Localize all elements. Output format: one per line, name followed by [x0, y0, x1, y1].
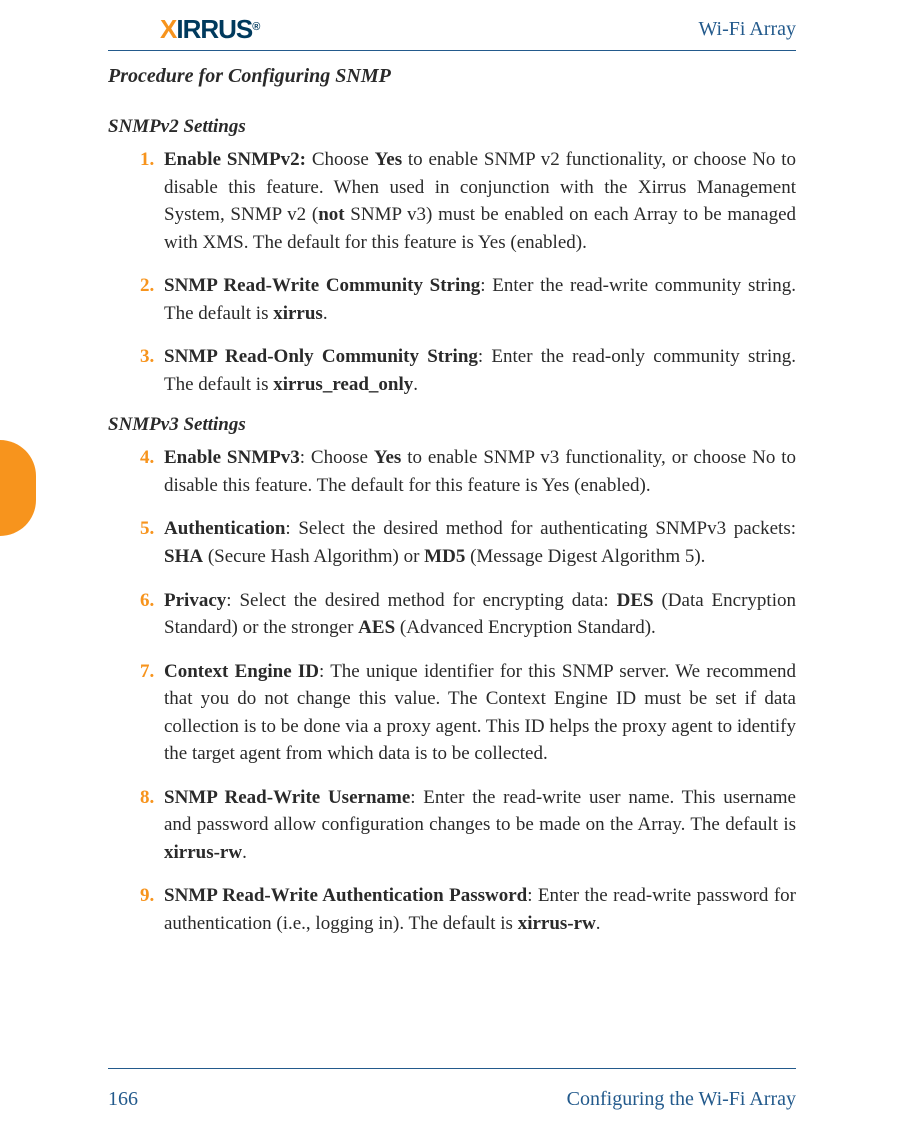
- logo-text: IRRUS: [176, 14, 252, 45]
- header-product-name: Wi-Fi Array: [698, 18, 796, 41]
- item-number: 3.: [108, 343, 164, 398]
- page-content: Procedure for Configuring SNMP SNMPv2 Se…: [0, 51, 901, 938]
- list-item: 9. SNMP Read-Write Authentication Passwo…: [108, 882, 796, 937]
- item-bold: not: [318, 204, 344, 225]
- item-body: Context Engine ID: The unique identifier…: [164, 658, 796, 768]
- item-body: SNMP Read-Write Username: Enter the read…: [164, 784, 796, 867]
- item-lead: SNMP Read-Only Community String: [164, 346, 478, 367]
- item-number: 4.: [108, 444, 164, 499]
- item-lead: SNMP Read-Write Username: [164, 787, 410, 808]
- list-item: 8. SNMP Read-Write Username: Enter the r…: [108, 784, 796, 867]
- item-bold: Yes: [375, 149, 402, 170]
- item-number: 1.: [108, 146, 164, 256]
- item-body: SNMP Read-Write Authentication Password:…: [164, 882, 796, 937]
- item-text: Choose: [306, 149, 375, 170]
- item-bold: SHA: [164, 546, 203, 567]
- list-item: 3. SNMP Read-Only Community String: Ente…: [108, 343, 796, 398]
- item-text: .: [413, 374, 418, 395]
- list-item: 6. Privacy: Select the desired method fo…: [108, 587, 796, 642]
- item-lead: Enable SNMPv3: [164, 447, 300, 468]
- footer-divider: [108, 1068, 796, 1069]
- item-number: 9.: [108, 882, 164, 937]
- item-number: 5.: [108, 515, 164, 570]
- snmpv2-heading: SNMPv2 Settings: [108, 116, 796, 138]
- page-number: 166: [108, 1088, 138, 1111]
- item-bold: AES: [358, 617, 395, 638]
- item-bold: xirrus_read_only: [273, 374, 413, 395]
- item-text: (Message Digest Algorithm 5).: [465, 546, 705, 567]
- item-text: .: [596, 913, 601, 934]
- procedure-title: Procedure for Configuring SNMP: [108, 65, 796, 88]
- item-number: 7.: [108, 658, 164, 768]
- item-bold: xirrus-rw: [518, 913, 596, 934]
- item-lead: Enable SNMPv2:: [164, 149, 306, 170]
- item-bold: Yes: [374, 447, 401, 468]
- brand-logo: XIRRUS®: [160, 14, 259, 45]
- item-lead: SNMP Read-Write Community String: [164, 275, 480, 296]
- page-footer: 166 Configuring the Wi-Fi Array: [108, 1088, 796, 1111]
- item-bold: DES: [617, 590, 654, 611]
- item-lead: Authentication: [164, 518, 285, 539]
- item-text: .: [242, 842, 247, 863]
- logo-mark: X: [160, 14, 176, 45]
- item-body: SNMP Read-Only Community String: Enter t…: [164, 343, 796, 398]
- item-number: 2.: [108, 272, 164, 327]
- item-body: Enable SNMPv2: Choose Yes to enable SNMP…: [164, 146, 796, 256]
- list-item: 1. Enable SNMPv2: Choose Yes to enable S…: [108, 146, 796, 256]
- item-text: : Choose: [300, 447, 374, 468]
- item-text: : Select the desired method for authenti…: [285, 518, 796, 539]
- item-number: 6.: [108, 587, 164, 642]
- item-bold: xirrus-rw: [164, 842, 242, 863]
- item-body: Authentication: Select the desired metho…: [164, 515, 796, 570]
- item-lead: Privacy: [164, 590, 226, 611]
- list-item: 5. Authentication: Select the desired me…: [108, 515, 796, 570]
- list-item: 4. Enable SNMPv3: Choose Yes to enable S…: [108, 444, 796, 499]
- logo-registered: ®: [252, 21, 259, 33]
- footer-section-title: Configuring the Wi-Fi Array: [567, 1088, 796, 1111]
- page-header: XIRRUS® Wi-Fi Array: [0, 14, 901, 44]
- item-body: Enable SNMPv3: Choose Yes to enable SNMP…: [164, 444, 796, 499]
- item-number: 8.: [108, 784, 164, 867]
- item-lead: Context Engine ID: [164, 661, 319, 682]
- item-text: (Advanced Encryption Standard).: [395, 617, 656, 638]
- list-item: 2. SNMP Read-Write Community String: Ent…: [108, 272, 796, 327]
- item-lead: SNMP Read-Write Authentication Password: [164, 885, 527, 906]
- item-bold: MD5: [424, 546, 465, 567]
- item-bold: xirrus: [273, 303, 323, 324]
- item-body: SNMP Read-Write Community String: Enter …: [164, 272, 796, 327]
- snmpv3-heading: SNMPv3 Settings: [108, 414, 796, 436]
- item-text: .: [323, 303, 328, 324]
- list-item: 7. Context Engine ID: The unique identif…: [108, 658, 796, 768]
- item-text: : Select the desired method for encrypti…: [226, 590, 616, 611]
- item-body: Privacy: Select the desired method for e…: [164, 587, 796, 642]
- item-text: (Secure Hash Algorithm) or: [203, 546, 424, 567]
